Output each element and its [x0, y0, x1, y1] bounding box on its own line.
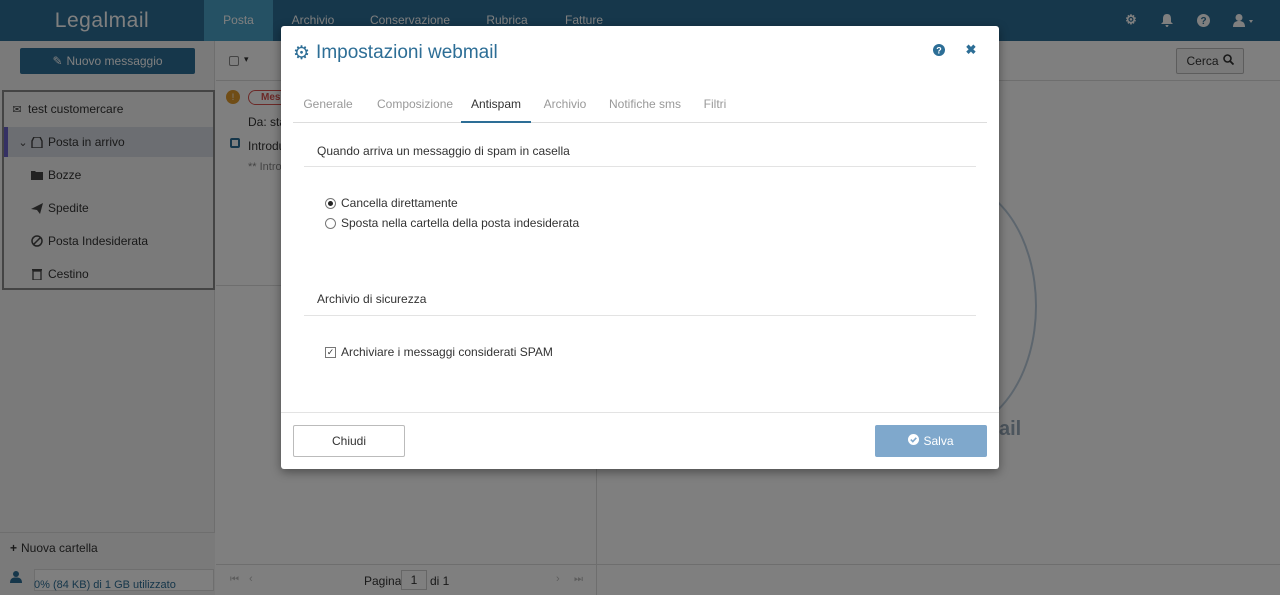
help-icon[interactable]: ?: [931, 42, 947, 58]
save-label: Salva: [923, 434, 954, 448]
tab-generale[interactable]: Generale: [293, 88, 363, 123]
dialog-title-text: Impostazioni webmail: [316, 42, 498, 63]
archive-section-title: Archivio di sicurezza: [317, 292, 427, 306]
archive-checkbox[interactable]: ✓: [325, 346, 336, 358]
settings-dialog: ⚙ Impostazioni webmail ? ✖ Generale Comp…: [281, 26, 999, 469]
spam-option-delete[interactable]: Cancella direttamente: [325, 195, 458, 211]
option-label: Archiviare i messaggi considerati SPAM: [341, 345, 553, 359]
section-divider: [304, 166, 976, 167]
dialog-footer: Chiudi Salva: [281, 412, 999, 469]
option-label: Cancella direttamente: [341, 196, 458, 210]
dialog-title: ⚙ Impostazioni webmail: [293, 40, 498, 66]
radio-selected[interactable]: [325, 197, 336, 209]
save-button[interactable]: Salva: [875, 425, 987, 457]
svg-text:?: ?: [936, 46, 942, 56]
archive-spam-option[interactable]: ✓ Archiviare i messaggi considerati SPAM: [325, 344, 553, 360]
spam-section-title: Quando arriva un messaggio di spam in ca…: [317, 144, 570, 158]
tab-archivio[interactable]: Archivio: [541, 88, 589, 123]
gear-icon: ⚙: [293, 42, 311, 64]
tab-composizione[interactable]: Composizione: [377, 88, 453, 123]
tab-antispam[interactable]: Antispam: [461, 88, 531, 123]
spam-option-move[interactable]: Sposta nella cartella della posta indesi…: [325, 215, 579, 231]
close-icon[interactable]: ✖: [963, 42, 979, 58]
tab-notifiche-sms[interactable]: Notifiche sms: [607, 88, 683, 123]
tab-filtri[interactable]: Filtri: [703, 88, 727, 123]
settings-tabs: Generale Composizione Antispam Archivio …: [293, 88, 987, 123]
close-button[interactable]: Chiudi: [293, 425, 405, 457]
section-divider: [304, 315, 976, 316]
radio-unselected[interactable]: [325, 217, 336, 229]
option-label: Sposta nella cartella della posta indesi…: [341, 216, 580, 230]
check-circle-icon: [908, 434, 920, 448]
